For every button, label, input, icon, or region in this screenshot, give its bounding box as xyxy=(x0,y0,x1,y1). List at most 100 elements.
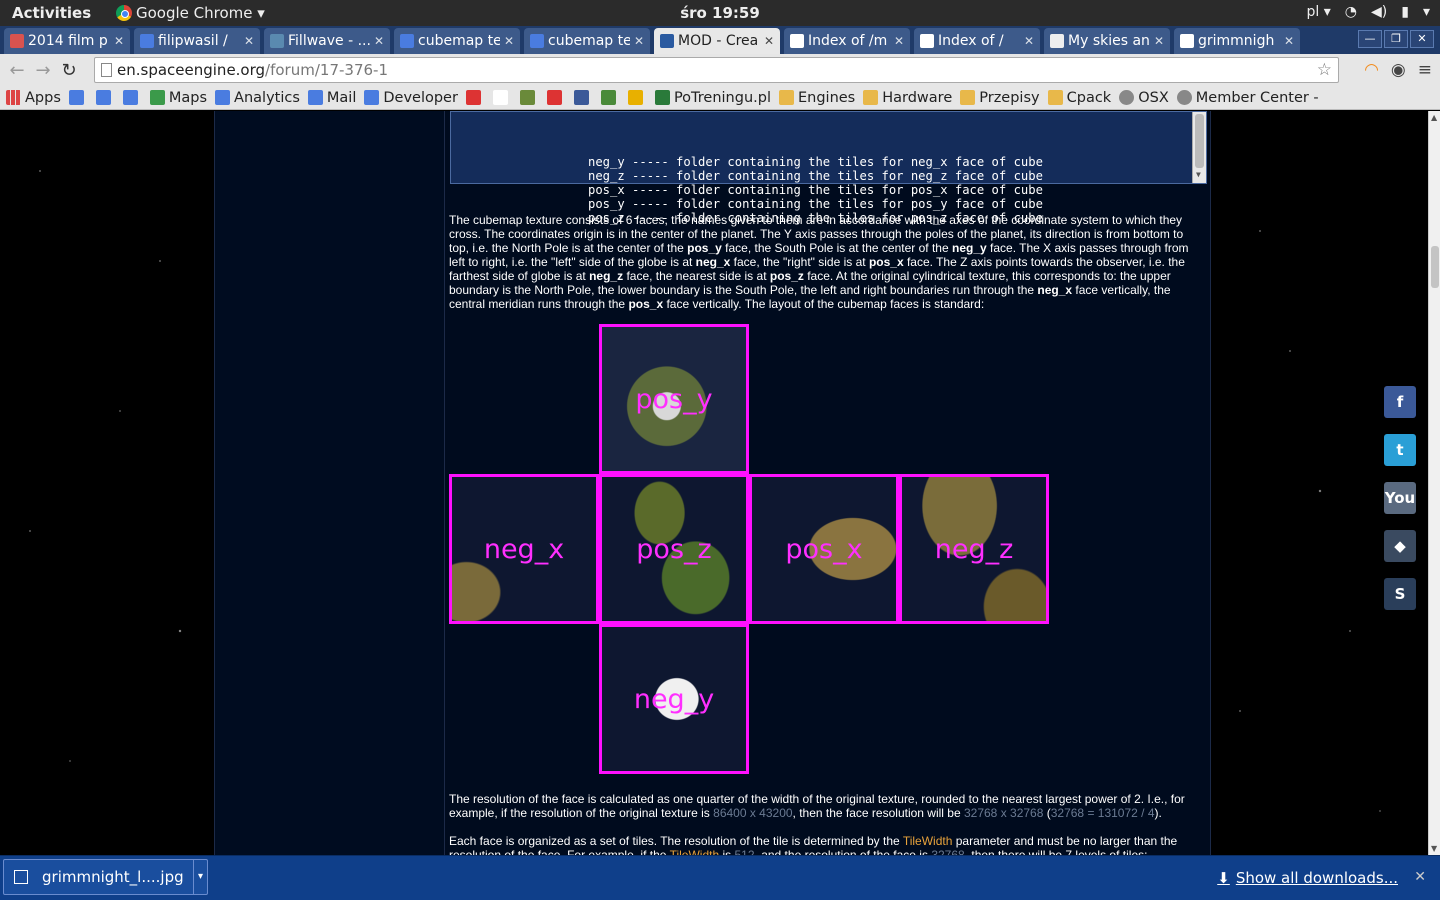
bookmark-9[interactable] xyxy=(492,90,512,105)
youtube-icon[interactable]: You xyxy=(1384,482,1416,514)
tab-4[interactable]: cubemap te ✕ xyxy=(524,28,650,54)
parameter-link[interactable]: TileWidth xyxy=(903,834,953,848)
language-indicator[interactable]: pl ▾ xyxy=(1307,4,1331,20)
show-all-downloads-link[interactable]: ⬇ Show all downloads... xyxy=(1217,869,1398,887)
face-neg-y: neg_y xyxy=(599,624,749,774)
bookmark-15[interactable]: PoTreningu.pl xyxy=(654,90,771,106)
close-tab-icon[interactable]: ✕ xyxy=(1154,34,1164,48)
bookmark-10[interactable] xyxy=(519,90,539,105)
close-tab-icon[interactable]: ✕ xyxy=(374,34,384,48)
close-tab-icon[interactable]: ✕ xyxy=(244,34,254,48)
maps-icon xyxy=(149,90,165,105)
face-name: pos_y xyxy=(687,241,722,255)
bookmark-7[interactable]: Developer xyxy=(364,90,458,106)
scroll-down-icon[interactable]: ▼ xyxy=(1431,844,1437,853)
back-icon[interactable]: ← xyxy=(4,60,30,81)
warning-icon xyxy=(627,90,643,105)
bookmark-13[interactable] xyxy=(600,90,620,105)
close-window-icon[interactable]: ✕ xyxy=(1410,30,1434,48)
scroll-thumb[interactable] xyxy=(1431,246,1439,288)
bookmark-16[interactable]: Engines xyxy=(778,90,855,106)
rss-icon[interactable]: ◠ xyxy=(1364,60,1379,80)
address-bar[interactable]: en.spaceengine.org/forum/17-376-1 ☆ xyxy=(94,57,1339,83)
minimize-icon[interactable]: — xyxy=(1358,30,1382,48)
code-block[interactable]: ▼ neg_y ----- folder containing the tile… xyxy=(450,111,1207,225)
menu-icon[interactable]: ≡ xyxy=(1418,60,1432,80)
text-segment: Each face is organized as a set of tiles… xyxy=(449,834,903,848)
volume-icon[interactable]: ◀) xyxy=(1371,4,1387,20)
bookmark-17[interactable]: Hardware xyxy=(863,90,952,106)
tab-1[interactable]: filipwasil / ✕ xyxy=(134,28,260,54)
power-menu-icon[interactable]: ▾ xyxy=(1423,4,1430,20)
app-menu[interactable]: Google Chrome ▾ xyxy=(116,4,265,22)
face-name: pos_x xyxy=(868,255,904,269)
code-scrollbar[interactable]: ▼ xyxy=(1192,112,1206,183)
gamepad-icon[interactable]: ◆ xyxy=(1384,530,1416,562)
steam-icon[interactable]: S xyxy=(1384,578,1416,610)
face-pos-z: pos_z xyxy=(599,474,749,624)
tab-0[interactable]: 2014 film p ✕ xyxy=(4,28,130,54)
battery-icon[interactable]: ▮ xyxy=(1401,4,1409,20)
apple-icon xyxy=(1119,90,1135,105)
close-tab-icon[interactable]: ✕ xyxy=(634,34,644,48)
bookmark-11[interactable] xyxy=(546,90,566,105)
maximize-icon[interactable]: ❐ xyxy=(1384,30,1408,48)
bookmark-label: Analytics xyxy=(234,89,300,106)
bookmark-star-icon[interactable]: ☆ xyxy=(1317,60,1332,80)
android-icon xyxy=(600,90,616,105)
bookmark-14[interactable] xyxy=(627,90,647,105)
bookmark-1[interactable] xyxy=(68,90,88,105)
tab-3[interactable]: cubemap te ✕ xyxy=(394,28,520,54)
text-segment: face, the South Pole is at the center of… xyxy=(721,241,952,255)
tab-8[interactable]: My skies an ✕ xyxy=(1044,28,1170,54)
extension-icon[interactable]: ◉ xyxy=(1391,60,1406,80)
forward-icon[interactable]: → xyxy=(30,60,56,81)
download-options-icon[interactable]: ▾ xyxy=(193,860,207,894)
text-segment: 32768 xyxy=(931,848,965,855)
close-tab-icon[interactable]: ✕ xyxy=(894,34,904,48)
bookmark-0[interactable]: Apps xyxy=(6,90,61,106)
close-tab-icon[interactable]: ✕ xyxy=(1284,34,1294,48)
tab-title: My skies an xyxy=(1068,33,1150,49)
close-tab-icon[interactable]: ✕ xyxy=(764,34,774,48)
bookmark-12[interactable] xyxy=(573,90,593,105)
bookmark-6[interactable]: Mail xyxy=(307,90,356,106)
facebook-icon[interactable]: f xyxy=(1384,386,1416,418)
download-item[interactable]: grimmnight_l....jpg ▾ xyxy=(3,859,208,895)
face-name: pos_z xyxy=(769,269,804,283)
close-downloads-icon[interactable]: ✕ xyxy=(1414,869,1426,885)
z-icon xyxy=(465,90,481,105)
activities-button[interactable]: Activities xyxy=(12,4,91,22)
scroll-up-icon[interactable]: ▲ xyxy=(1431,113,1437,122)
twitter-icon[interactable]: t xyxy=(1384,434,1416,466)
tab-7[interactable]: Index of / ✕ xyxy=(914,28,1040,54)
bookmark-18[interactable]: Przepisy xyxy=(960,90,1040,106)
downloads-bar: grimmnight_l....jpg ▾ ⬇ Show all download… xyxy=(0,855,1440,900)
bookmark-19[interactable]: Cpack xyxy=(1047,90,1111,106)
close-tab-icon[interactable]: ✕ xyxy=(1024,34,1034,48)
bookmark-4[interactable]: Maps xyxy=(149,90,207,106)
text-segment: 32768 x 32768 xyxy=(963,806,1044,820)
bookmark-20[interactable]: OSX xyxy=(1119,90,1169,106)
bookmark-21[interactable]: Member Center - xyxy=(1176,90,1319,106)
bookmark-8[interactable] xyxy=(465,90,485,105)
cubemap-layout-diagram: pos_y neg_x pos_z pos_x neg_z neg_y xyxy=(449,324,1049,774)
google-icon xyxy=(530,34,544,48)
reload-icon[interactable]: ↻ xyxy=(56,60,82,81)
bookmark-5[interactable]: Analytics xyxy=(215,90,300,106)
tab-2[interactable]: Fillwave - ... ✕ xyxy=(264,28,390,54)
bookmark-3[interactable] xyxy=(122,90,142,105)
tab-9[interactable]: grimmnigh ✕ xyxy=(1174,28,1300,54)
bookmark-label: Developer xyxy=(383,89,458,106)
tab-title: grimmnigh xyxy=(1198,33,1275,49)
tab-5[interactable]: MOD - Crea ✕ xyxy=(654,28,780,54)
page-scrollbar[interactable]: ▲ ▼ xyxy=(1428,111,1440,855)
tab-6[interactable]: Index of /m ✕ xyxy=(784,28,910,54)
paragraph-cubemap-faces: The cubemap texture consists of 6 faces,… xyxy=(449,213,1194,311)
wifi-icon[interactable]: ◔ xyxy=(1345,4,1357,20)
bookmark-2[interactable] xyxy=(95,90,115,105)
close-tab-icon[interactable]: ✕ xyxy=(114,34,124,48)
close-tab-icon[interactable]: ✕ xyxy=(504,34,514,48)
parameter-link[interactable]: TileWidth xyxy=(670,848,720,855)
google-icon xyxy=(215,90,231,105)
